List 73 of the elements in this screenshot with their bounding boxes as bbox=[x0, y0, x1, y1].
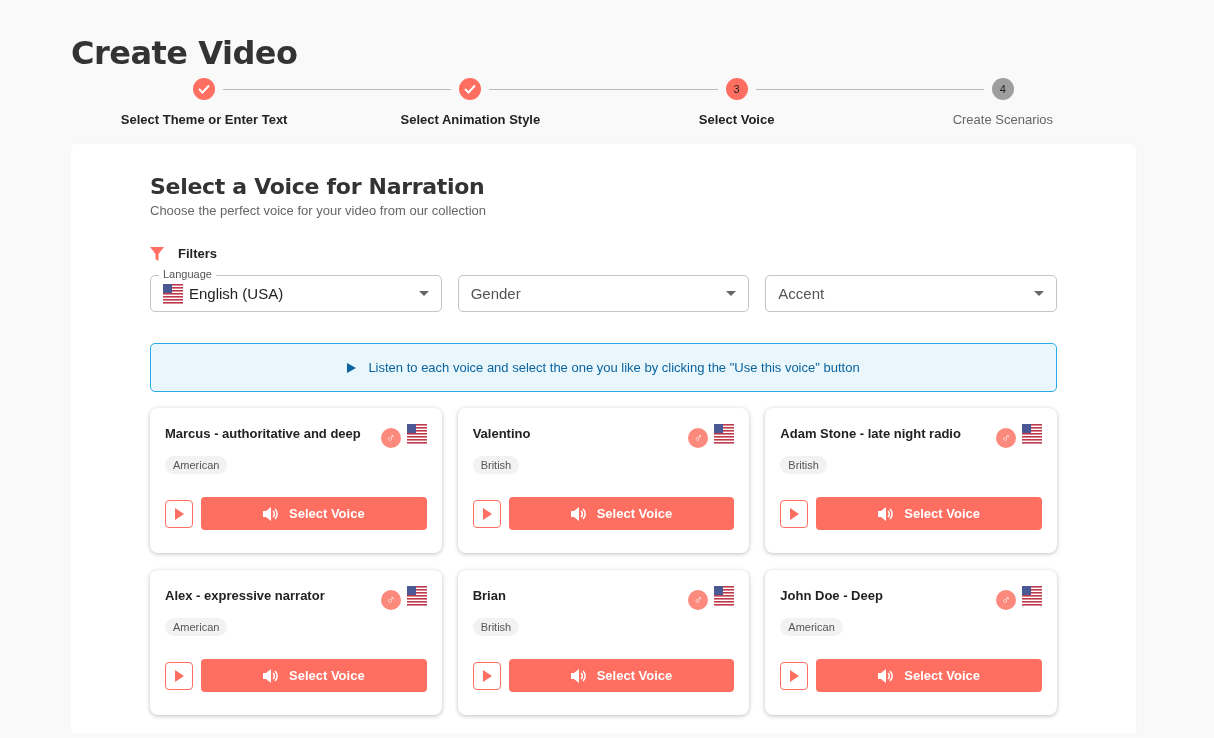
voice-name: John Doe - Deep bbox=[780, 587, 884, 603]
speaker-icon bbox=[263, 506, 279, 521]
speaker-icon bbox=[878, 506, 895, 521]
play-button[interactable] bbox=[780, 500, 809, 528]
check-icon bbox=[464, 84, 477, 94]
play-icon bbox=[174, 670, 184, 682]
play-icon bbox=[789, 508, 800, 520]
accent-tag: British bbox=[472, 456, 520, 474]
select-voice-button[interactable]: Select Voice bbox=[508, 497, 735, 530]
speaker-icon bbox=[570, 506, 587, 521]
us-flag-icon bbox=[1022, 424, 1042, 444]
us-flag-icon bbox=[714, 586, 735, 606]
us-flag-icon bbox=[163, 283, 183, 304]
accent-tag: American bbox=[165, 456, 228, 474]
dropdown-field[interactable]: Accent bbox=[765, 275, 1057, 312]
speaker-icon bbox=[263, 668, 279, 683]
field-value: English (USA) bbox=[189, 285, 285, 302]
select-voice-button[interactable]: Select Voice bbox=[201, 659, 427, 692]
voice-name: Adam Stone - late night radio bbox=[780, 425, 962, 441]
us-flag-icon bbox=[406, 424, 427, 444]
accent-tag: American bbox=[165, 618, 228, 636]
gender-badge: ♂ bbox=[380, 428, 401, 448]
accent-tag: British bbox=[472, 618, 520, 636]
caret-icon bbox=[418, 291, 429, 296]
accent-tag: American bbox=[780, 618, 843, 636]
voice-name: Valentino bbox=[472, 425, 532, 441]
select-voice-button[interactable]: Select Voice bbox=[201, 497, 427, 530]
info-text: Listen to each voice and select the one you like by clicking the "Use this voice" button bbox=[368, 360, 860, 375]
speaker-icon bbox=[878, 668, 895, 683]
step-label: Select Animation Style bbox=[400, 112, 541, 127]
voice-name: Alex - expressive narrator bbox=[165, 587, 326, 603]
play-button[interactable] bbox=[165, 500, 193, 528]
play-icon bbox=[174, 508, 184, 520]
voice-name: Marcus - authoritative and deep bbox=[165, 425, 362, 441]
voice-name: Brian bbox=[472, 587, 507, 603]
step-label: Create Scenarios bbox=[952, 112, 1054, 127]
step-label: Select Voice bbox=[698, 112, 775, 127]
play-icon bbox=[481, 670, 492, 682]
gender-badge: ♂ bbox=[996, 428, 1016, 448]
gender-badge: ♂ bbox=[996, 590, 1016, 610]
gender-badge: ♂ bbox=[688, 590, 709, 610]
panel-subtitle: Choose the perfect voice for your video from our collection bbox=[150, 203, 487, 218]
select-voice-button[interactable]: Select Voice bbox=[816, 659, 1042, 692]
check-icon bbox=[198, 84, 211, 94]
accent-tag: British bbox=[780, 456, 827, 474]
play-icon bbox=[481, 508, 492, 520]
play-button[interactable] bbox=[472, 662, 501, 690]
step-label: Select Theme or Enter Text bbox=[120, 112, 288, 127]
gender-badge: ♂ bbox=[688, 428, 709, 448]
field-placeholder: Gender bbox=[470, 285, 522, 302]
play-button[interactable] bbox=[165, 662, 193, 690]
page-title: Create Video bbox=[71, 33, 299, 74]
select-voice-button[interactable]: Select Voice bbox=[816, 497, 1042, 530]
field-placeholder: Accent bbox=[778, 285, 826, 302]
caret-icon bbox=[1034, 291, 1044, 296]
field-label: Language bbox=[159, 268, 216, 281]
step-number: 4 bbox=[999, 83, 1006, 95]
play-button[interactable] bbox=[780, 662, 809, 690]
panel-title: Select a Voice for Narration bbox=[150, 174, 486, 199]
us-flag-icon bbox=[1022, 586, 1042, 606]
gender-badge: ♂ bbox=[380, 590, 401, 610]
filters-label: Filters bbox=[178, 246, 217, 261]
play-icon bbox=[789, 670, 800, 682]
select-voice-button[interactable]: Select Voice bbox=[508, 659, 735, 692]
dropdown-field[interactable]: Gender bbox=[457, 275, 750, 312]
play-icon bbox=[347, 362, 357, 373]
play-button[interactable] bbox=[472, 500, 501, 528]
us-flag-icon bbox=[406, 586, 427, 606]
us-flag-icon bbox=[714, 424, 735, 444]
step-number: 3 bbox=[733, 83, 740, 95]
caret-icon bbox=[726, 291, 737, 296]
filter-icon bbox=[150, 246, 164, 261]
speaker-icon bbox=[570, 668, 587, 683]
